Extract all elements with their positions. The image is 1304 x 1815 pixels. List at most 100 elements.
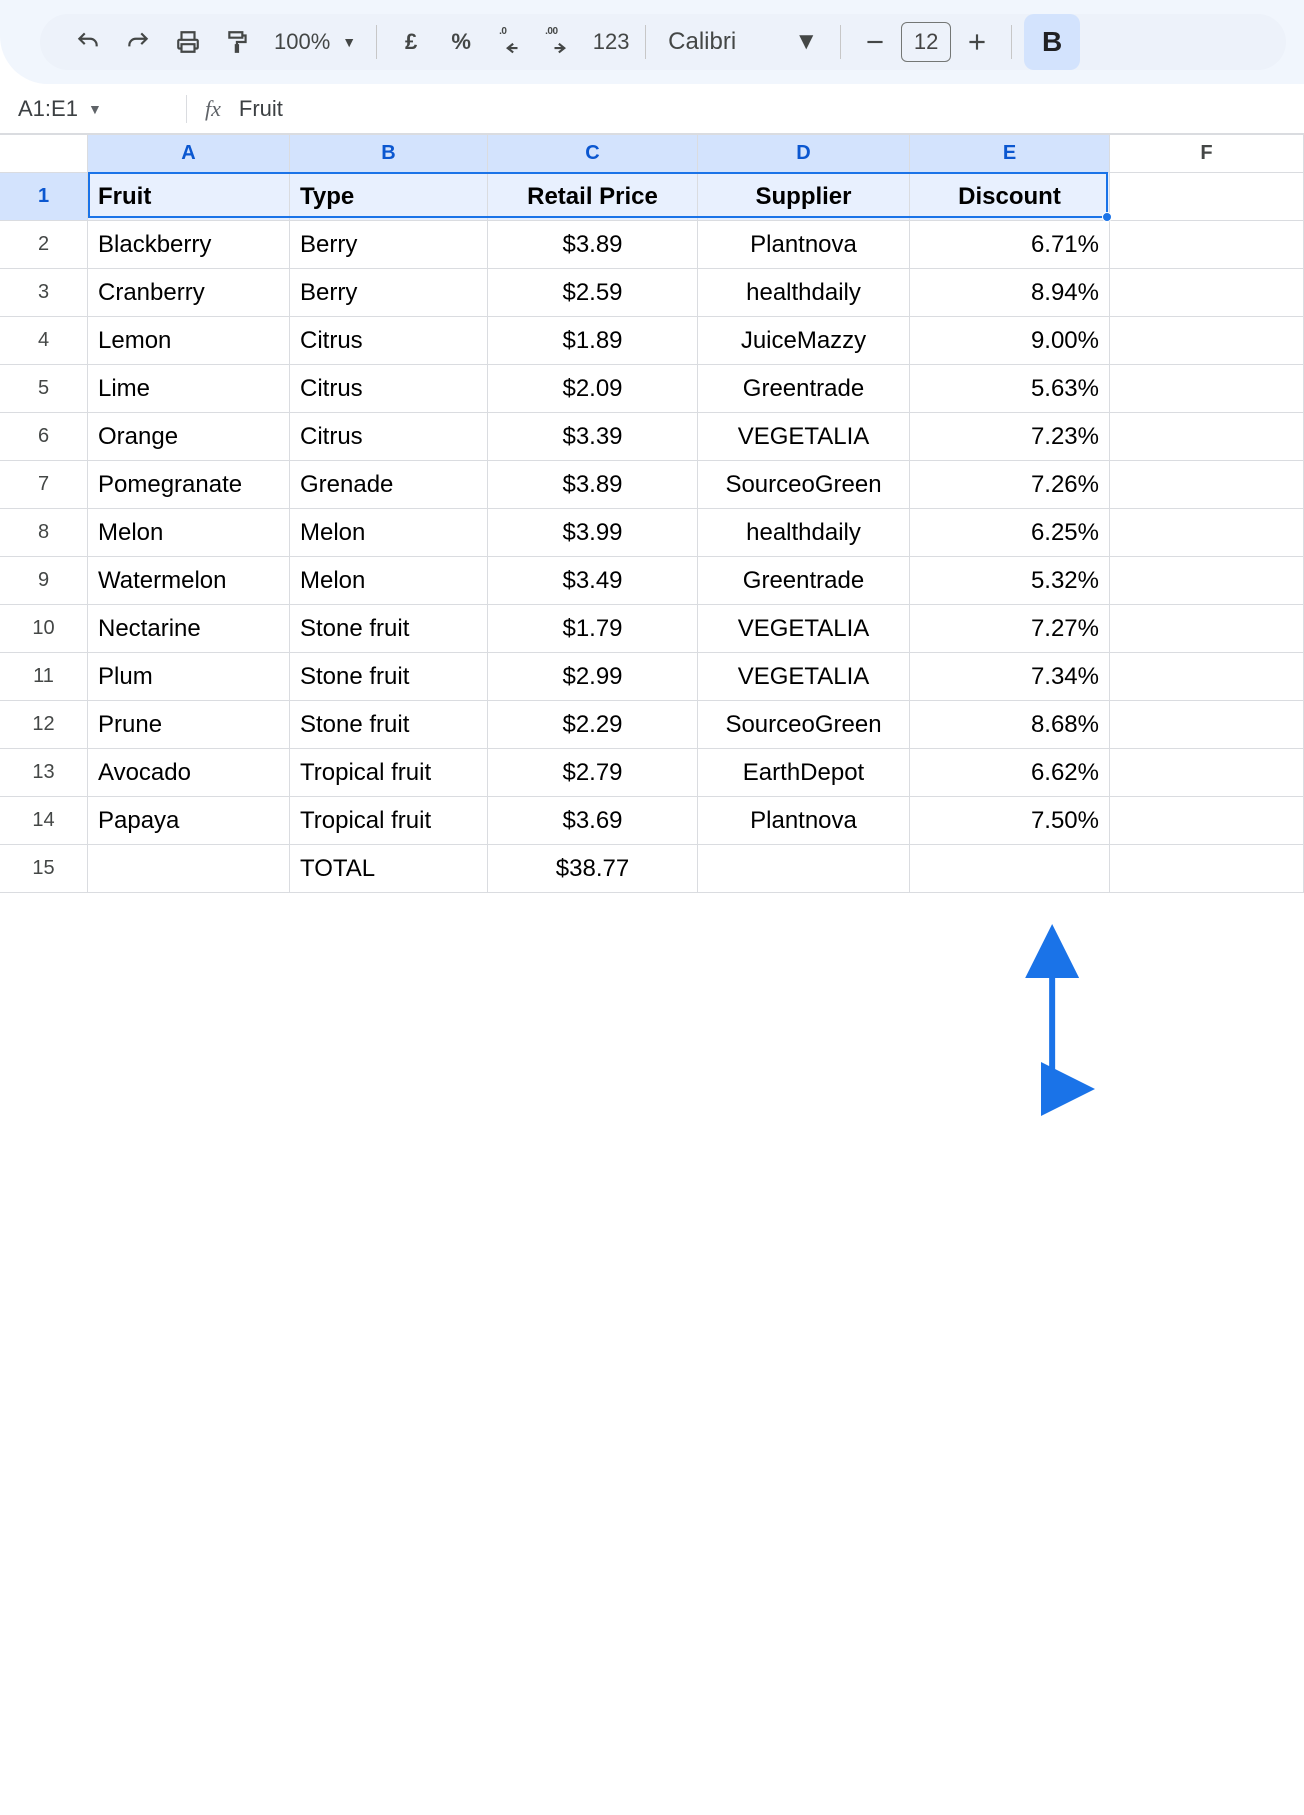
decrease-decimal-button[interactable]: .0: [489, 20, 533, 64]
column-header-B[interactable]: B: [290, 135, 488, 173]
row-header-2[interactable]: 2: [0, 221, 88, 269]
cell-F1[interactable]: [1110, 173, 1304, 221]
cell-empty[interactable]: [1110, 413, 1304, 461]
bold-button[interactable]: B: [1024, 14, 1080, 70]
cell-discount[interactable]: 6.71%: [910, 221, 1110, 269]
formula-bar[interactable]: Fruit: [239, 96, 283, 122]
cell-empty[interactable]: [1110, 653, 1304, 701]
column-header-F[interactable]: F: [1110, 135, 1304, 173]
cell-discount[interactable]: 5.63%: [910, 365, 1110, 413]
row-header-7[interactable]: 7: [0, 461, 88, 509]
cell-supplier[interactable]: Greentrade: [698, 365, 910, 413]
cell-type[interactable]: Tropical fruit: [290, 749, 488, 797]
cell-price[interactable]: $3.69: [488, 797, 698, 845]
cell-discount[interactable]: 7.23%: [910, 413, 1110, 461]
row-header-12[interactable]: 12: [0, 701, 88, 749]
column-header-C[interactable]: C: [488, 135, 698, 173]
cell-supplier[interactable]: JuiceMazzy: [698, 317, 910, 365]
increase-font-button[interactable]: [955, 20, 999, 64]
cell-fruit[interactable]: Blackberry: [88, 221, 290, 269]
cell-supplier[interactable]: healthdaily: [698, 509, 910, 557]
cell-fruit[interactable]: Papaya: [88, 797, 290, 845]
row-header-3[interactable]: 3: [0, 269, 88, 317]
font-size-input[interactable]: 12: [901, 22, 951, 62]
select-all-corner[interactable]: [0, 135, 88, 173]
row-header-8[interactable]: 8: [0, 509, 88, 557]
cell-type[interactable]: Berry: [290, 221, 488, 269]
cell-empty[interactable]: [1110, 221, 1304, 269]
cell-fruit[interactable]: Nectarine: [88, 605, 290, 653]
cell-type[interactable]: Stone fruit: [290, 605, 488, 653]
row-header-13[interactable]: 13: [0, 749, 88, 797]
cell-supplier[interactable]: EarthDepot: [698, 749, 910, 797]
header-cell-fruit[interactable]: Fruit: [88, 173, 290, 221]
cell-fruit[interactable]: Orange: [88, 413, 290, 461]
cell-price[interactable]: $3.89: [488, 461, 698, 509]
cell-empty[interactable]: [88, 845, 290, 893]
cell-discount[interactable]: 7.34%: [910, 653, 1110, 701]
cell-supplier[interactable]: Plantnova: [698, 797, 910, 845]
header-cell-discount[interactable]: Discount: [910, 173, 1110, 221]
header-cell-type[interactable]: Type: [290, 173, 488, 221]
cell-type[interactable]: Grenade: [290, 461, 488, 509]
cell-empty[interactable]: [1110, 845, 1304, 893]
cell-total-value[interactable]: $38.77: [488, 845, 698, 893]
cell-fruit[interactable]: Avocado: [88, 749, 290, 797]
cell-price[interactable]: $3.89: [488, 221, 698, 269]
row-header-14[interactable]: 14: [0, 797, 88, 845]
row-header-10[interactable]: 10: [0, 605, 88, 653]
row-header-11[interactable]: 11: [0, 653, 88, 701]
cell-price[interactable]: $2.99: [488, 653, 698, 701]
cell-type[interactable]: Berry: [290, 269, 488, 317]
row-header-5[interactable]: 5: [0, 365, 88, 413]
format-currency-button[interactable]: £: [389, 20, 433, 64]
cell-fruit[interactable]: Melon: [88, 509, 290, 557]
cell-type[interactable]: Tropical fruit: [290, 797, 488, 845]
column-header-E[interactable]: E: [910, 135, 1110, 173]
cell-supplier[interactable]: VEGETALIA: [698, 413, 910, 461]
cell-empty[interactable]: [1110, 749, 1304, 797]
cell-supplier[interactable]: VEGETALIA: [698, 653, 910, 701]
format-percent-button[interactable]: %: [439, 20, 483, 64]
row-header-9[interactable]: 9: [0, 557, 88, 605]
cell-price[interactable]: $2.09: [488, 365, 698, 413]
cell-supplier[interactable]: Plantnova: [698, 221, 910, 269]
cell-supplier[interactable]: VEGETALIA: [698, 605, 910, 653]
cell-empty[interactable]: [1110, 557, 1304, 605]
row-header-1[interactable]: 1: [0, 173, 88, 221]
cell-fruit[interactable]: Watermelon: [88, 557, 290, 605]
cell-discount[interactable]: 6.62%: [910, 749, 1110, 797]
row-header-15[interactable]: 15: [0, 845, 88, 893]
cell-type[interactable]: Melon: [290, 509, 488, 557]
cell-empty[interactable]: [1110, 509, 1304, 557]
cell-discount[interactable]: 7.27%: [910, 605, 1110, 653]
cell-empty[interactable]: [1110, 701, 1304, 749]
cell-price[interactable]: $2.79: [488, 749, 698, 797]
cell-price[interactable]: $1.89: [488, 317, 698, 365]
zoom-dropdown[interactable]: 100% ▼: [266, 29, 364, 55]
cell-fruit[interactable]: Lemon: [88, 317, 290, 365]
cell-discount[interactable]: 5.32%: [910, 557, 1110, 605]
cell-empty[interactable]: [1110, 365, 1304, 413]
cell-empty[interactable]: [1110, 461, 1304, 509]
cell-type[interactable]: Citrus: [290, 413, 488, 461]
cell-total-label[interactable]: TOTAL: [290, 845, 488, 893]
cell-type[interactable]: Stone fruit: [290, 701, 488, 749]
spreadsheet-grid[interactable]: ABCDEF1FruitTypeRetail PriceSupplierDisc…: [0, 134, 1304, 893]
cell-empty[interactable]: [1110, 317, 1304, 365]
cell-fruit[interactable]: Pomegranate: [88, 461, 290, 509]
row-header-4[interactable]: 4: [0, 317, 88, 365]
cell-empty[interactable]: [910, 845, 1110, 893]
cell-fruit[interactable]: Plum: [88, 653, 290, 701]
cell-price[interactable]: $2.29: [488, 701, 698, 749]
cell-price[interactable]: $1.79: [488, 605, 698, 653]
cell-type[interactable]: Stone fruit: [290, 653, 488, 701]
cell-type[interactable]: Citrus: [290, 365, 488, 413]
cell-empty[interactable]: [1110, 269, 1304, 317]
name-box[interactable]: A1:E1 ▼: [18, 96, 168, 122]
font-dropdown[interactable]: Calibri ▼: [658, 28, 828, 56]
cell-fruit[interactable]: Lime: [88, 365, 290, 413]
print-button[interactable]: [166, 20, 210, 64]
column-header-D[interactable]: D: [698, 135, 910, 173]
cell-price[interactable]: $3.39: [488, 413, 698, 461]
